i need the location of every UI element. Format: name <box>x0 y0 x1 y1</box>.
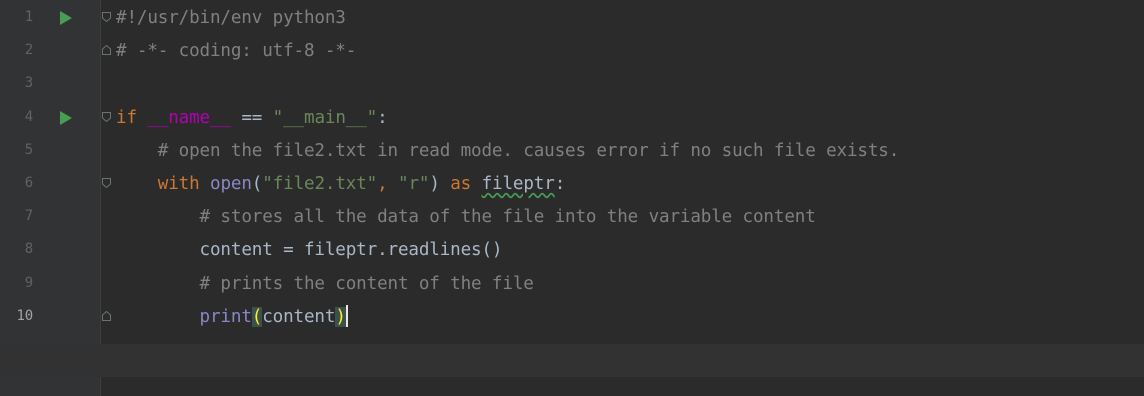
line-number: 3 <box>24 75 33 92</box>
fold-start-icon[interactable] <box>102 178 111 188</box>
code-line[interactable]: 2 # -*- coding: utf-8 -*- <box>0 35 1144 68</box>
code-token: # prints the content of the file <box>199 273 534 294</box>
code-token: ( <box>251 306 263 327</box>
line-number: 1 <box>24 9 33 25</box>
line-number: 4 <box>24 108 33 125</box>
code-token: #!/usr/bin/env python3 <box>116 8 346 28</box>
code-token: # stores all the data of the file into t… <box>199 207 816 228</box>
code-token: print <box>199 306 252 327</box>
code-text[interactable]: # open the file2.txt in read mode. cause… <box>116 139 900 163</box>
code-token: : <box>377 107 388 128</box>
code-token: , <box>377 174 399 194</box>
code-line[interactable]: 6 with open("file2.txt", "r") as fileptr… <box>0 168 1144 201</box>
code-line[interactable]: 3 <box>0 68 1144 101</box>
line-number: 9 <box>24 274 33 291</box>
code-token: # open the file2.txt in read mode. cause… <box>157 140 900 161</box>
line-number: 8 <box>24 241 33 258</box>
fold-start-icon[interactable] <box>102 111 111 122</box>
code-token: __name__ <box>147 107 231 128</box>
line-number: 10 <box>16 307 33 324</box>
code-token: ( <box>251 174 263 194</box>
fold-end-icon[interactable] <box>102 45 111 56</box>
code-token: "file2.txt" <box>262 174 378 194</box>
code-token: "__main__" <box>272 107 378 128</box>
code-editor[interactable]: 1 #!/usr/bin/env python3 2 # -*- coding: ut… <box>0 0 1144 396</box>
line-number: 6 <box>24 175 33 191</box>
code-token: content <box>262 306 336 327</box>
code-line[interactable]: 9 # prints the content of the file <box>0 268 1144 301</box>
code-line[interactable]: 1 #!/usr/bin/env python3 <box>0 2 1144 35</box>
text-caret <box>345 304 348 327</box>
code-line[interactable]: 7 # stores all the data of the file into… <box>0 201 1144 234</box>
code-line[interactable]: 10 print(content) <box>0 301 1144 334</box>
fold-end-icon[interactable] <box>102 310 111 321</box>
code-token: ) <box>429 174 451 194</box>
code-text[interactable]: # stores all the data of the file into t… <box>116 205 816 229</box>
code-token: ) <box>335 306 346 327</box>
code-token: as <box>450 174 472 194</box>
code-token: "r" <box>398 174 430 194</box>
code-token: fileptr <box>481 174 555 194</box>
code-token: : <box>554 174 566 194</box>
code-text[interactable]: content = fileptr.readlines() <box>116 238 503 262</box>
line-number: 7 <box>24 208 33 225</box>
code-token: with <box>157 174 200 194</box>
code-line[interactable]: 5 # open the file2.txt in read mode. cau… <box>0 135 1144 168</box>
code-text[interactable]: # -*- coding: utf-8 -*- <box>116 39 356 63</box>
current-line-highlight <box>0 344 1144 377</box>
code-line[interactable]: 4 if __name__ == "__main__": <box>0 102 1144 135</box>
code-text[interactable]: #!/usr/bin/env python3 <box>116 6 346 30</box>
code-text[interactable]: # prints the content of the file <box>116 272 534 296</box>
code-token: # -*- coding: utf-8 -*- <box>116 41 357 62</box>
code-text[interactable]: print(content) <box>116 304 348 329</box>
code-token: content = fileptr.readlines() <box>199 240 503 261</box>
code-line[interactable]: 8 content = fileptr.readlines() <box>0 234 1144 267</box>
code-text[interactable]: with open("file2.txt", "r") as fileptr: <box>116 172 566 196</box>
code-token: open <box>210 174 252 194</box>
line-number: 2 <box>24 42 33 59</box>
code-token: if <box>116 107 137 128</box>
run-icon[interactable] <box>60 110 72 125</box>
run-icon[interactable] <box>60 11 72 25</box>
code-text[interactable]: if __name__ == "__main__": <box>116 106 388 130</box>
code-token: == <box>230 107 273 128</box>
line-number: 5 <box>24 141 33 158</box>
fold-start-icon[interactable] <box>102 12 111 22</box>
